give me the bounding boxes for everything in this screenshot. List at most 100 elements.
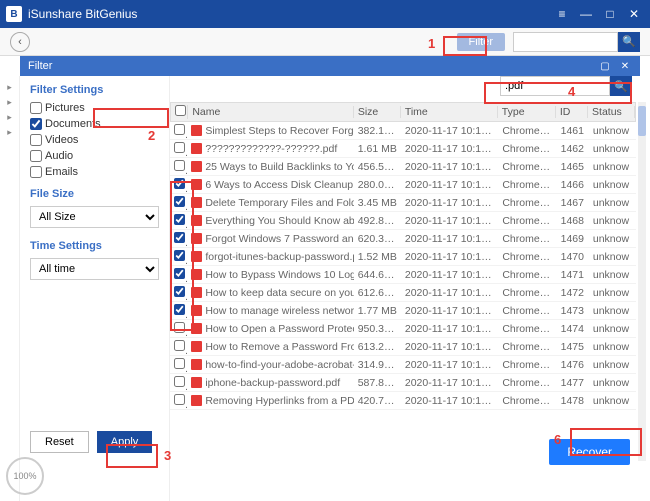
cell-status: unknow <box>589 305 636 317</box>
row-checkbox[interactable] <box>174 268 185 279</box>
table-row[interactable]: how-to-find-your-adobe-acrobat-serial314… <box>170 356 636 374</box>
apply-button[interactable]: Apply <box>97 431 153 453</box>
col-size[interactable]: Size <box>354 106 401 118</box>
row-checkbox[interactable] <box>174 160 185 171</box>
cell-type: Chrome HT <box>498 287 556 299</box>
cell-time: 2020-11-17 10:15:17 <box>401 233 498 245</box>
scrollbar[interactable] <box>638 102 646 461</box>
table-row[interactable]: iphone-backup-password.pdf587.87 KB2020-… <box>170 374 636 392</box>
table-row[interactable]: How to Remove a Password From a PDF613.2… <box>170 338 636 356</box>
row-checkbox[interactable] <box>174 322 185 333</box>
cell-name: Delete Temporary Files and Folders_Gui <box>187 197 353 209</box>
table-row[interactable]: How to keep data secure on your Windo612… <box>170 284 636 302</box>
cell-status: unknow <box>589 215 636 227</box>
search-icon[interactable]: 🔍 <box>610 76 632 96</box>
cell-time: 2020-11-17 10:15:17 <box>401 197 498 209</box>
table-row[interactable]: Forgot Windows 7 Password and Want t620.… <box>170 230 636 248</box>
chk-pictures[interactable]: Pictures <box>30 102 92 114</box>
pdf-icon <box>191 233 202 244</box>
row-checkbox[interactable] <box>174 124 185 135</box>
cell-name: Everything You Should Know about iPho <box>187 215 353 227</box>
table-row[interactable]: Simplest Steps to Recover Forgotten or L… <box>170 122 636 140</box>
cell-name: How to keep data secure on your Windo <box>187 287 353 299</box>
cell-id: 1472 <box>557 287 589 299</box>
table-row[interactable]: ?????????????-??????.pdf1.61 MB2020-11-1… <box>170 140 636 158</box>
cell-id: 1470 <box>557 251 589 263</box>
time-select[interactable]: All time <box>30 258 159 280</box>
cell-time: 2020-11-17 10:15:17 <box>401 125 498 137</box>
tree-expand-icon[interactable]: ▸ <box>7 97 12 108</box>
close-icon[interactable]: ✕ <box>624 4 644 24</box>
pdf-icon <box>191 269 202 280</box>
cell-type: Chrome HT <box>498 215 556 227</box>
tree-expand-icon[interactable]: ▸ <box>7 82 12 93</box>
search-input[interactable] <box>513 32 618 52</box>
table-search-input[interactable] <box>500 76 610 96</box>
tree-expand-icon[interactable]: ▸ <box>7 127 12 138</box>
filter-button[interactable]: Filter <box>457 33 505 51</box>
cell-size: 1.77 MB <box>354 305 401 317</box>
pdf-icon <box>191 215 202 226</box>
back-button[interactable]: ‹ <box>10 32 30 52</box>
pdf-icon <box>191 359 202 370</box>
cell-id: 1462 <box>557 143 589 155</box>
row-checkbox[interactable] <box>174 286 185 297</box>
maximize-icon[interactable]: □ <box>600 4 620 24</box>
pdf-icon <box>191 341 202 352</box>
recover-button[interactable]: Recover <box>549 439 630 465</box>
cell-size: 314.93 KB <box>354 359 401 371</box>
table-row[interactable]: Removing Hyperlinks from a PDF and Ex420… <box>170 392 636 410</box>
row-checkbox[interactable] <box>174 196 185 207</box>
cell-time: 2020-11-17 10:15:17 <box>401 179 498 191</box>
row-checkbox[interactable] <box>174 178 185 189</box>
minimize-icon[interactable]: — <box>576 4 596 24</box>
menu-icon[interactable]: ≡ <box>552 4 572 24</box>
table-row[interactable]: Everything You Should Know about iPho492… <box>170 212 636 230</box>
row-checkbox[interactable] <box>174 394 185 405</box>
cell-time: 2020-11-17 10:15:17 <box>401 359 498 371</box>
table-row[interactable]: How to manage wireless network conne1.77… <box>170 302 636 320</box>
row-checkbox[interactable] <box>174 376 185 387</box>
col-id[interactable]: ID <box>556 106 588 118</box>
col-name[interactable]: Name <box>188 106 354 118</box>
pdf-icon <box>191 377 202 388</box>
chk-documents[interactable]: Documents <box>30 118 92 130</box>
cell-status: unknow <box>589 323 636 335</box>
row-checkbox[interactable] <box>174 142 185 153</box>
table-row[interactable]: 25 Ways to Build Backlinks to Your Webs4… <box>170 158 636 176</box>
row-checkbox[interactable] <box>174 214 185 225</box>
titlebar: B iSunshare BitGenius ≡ — □ ✕ <box>0 0 650 28</box>
cell-name: 6 Ways to Access Disk Cleanup on Wind <box>187 179 353 191</box>
search-icon[interactable]: 🔍 <box>618 32 640 52</box>
chk-emails[interactable]: Emails <box>30 166 92 178</box>
table-row[interactable]: How to Bypass Windows 10 Login Passw644.… <box>170 266 636 284</box>
cell-status: unknow <box>589 233 636 245</box>
table-row[interactable]: forgot-itunes-backup-password.pdf1.52 MB… <box>170 248 636 266</box>
col-type[interactable]: Type <box>498 106 556 118</box>
row-checkbox[interactable] <box>174 232 185 243</box>
col-status[interactable]: Status <box>588 106 635 118</box>
table-row[interactable]: 6 Ways to Access Disk Cleanup on Wind280… <box>170 176 636 194</box>
table-row[interactable]: Delete Temporary Files and Folders_Gui3.… <box>170 194 636 212</box>
close-filter-icon[interactable]: ✕ <box>618 59 632 73</box>
chk-audio[interactable]: Audio <box>30 150 92 162</box>
table-body[interactable]: Simplest Steps to Recover Forgotten or L… <box>170 122 636 461</box>
col-time[interactable]: Time <box>401 106 498 118</box>
row-checkbox[interactable] <box>174 304 185 315</box>
chk-videos[interactable]: Videos <box>30 134 92 146</box>
table-row[interactable]: How to Open a Password Protected Exce950… <box>170 320 636 338</box>
reset-button[interactable]: Reset <box>30 431 89 453</box>
row-checkbox[interactable] <box>174 250 185 261</box>
cell-type: Chrome HT <box>498 251 556 263</box>
filter-panel-header: Filter ▢ ✕ <box>20 56 640 76</box>
select-all-checkbox[interactable] <box>175 105 186 116</box>
tree-gutter: ▸ ▸ ▸ ▸ <box>0 76 20 501</box>
cell-name: How to Open a Password Protected Exce <box>187 323 353 335</box>
row-checkbox[interactable] <box>174 358 185 369</box>
cell-type: Chrome HT <box>498 359 556 371</box>
tree-expand-icon[interactable]: ▸ <box>7 112 12 123</box>
row-checkbox[interactable] <box>174 340 185 351</box>
filesize-select[interactable]: All Size <box>30 206 159 228</box>
cell-status: unknow <box>589 197 636 209</box>
popout-icon[interactable]: ▢ <box>598 59 612 73</box>
